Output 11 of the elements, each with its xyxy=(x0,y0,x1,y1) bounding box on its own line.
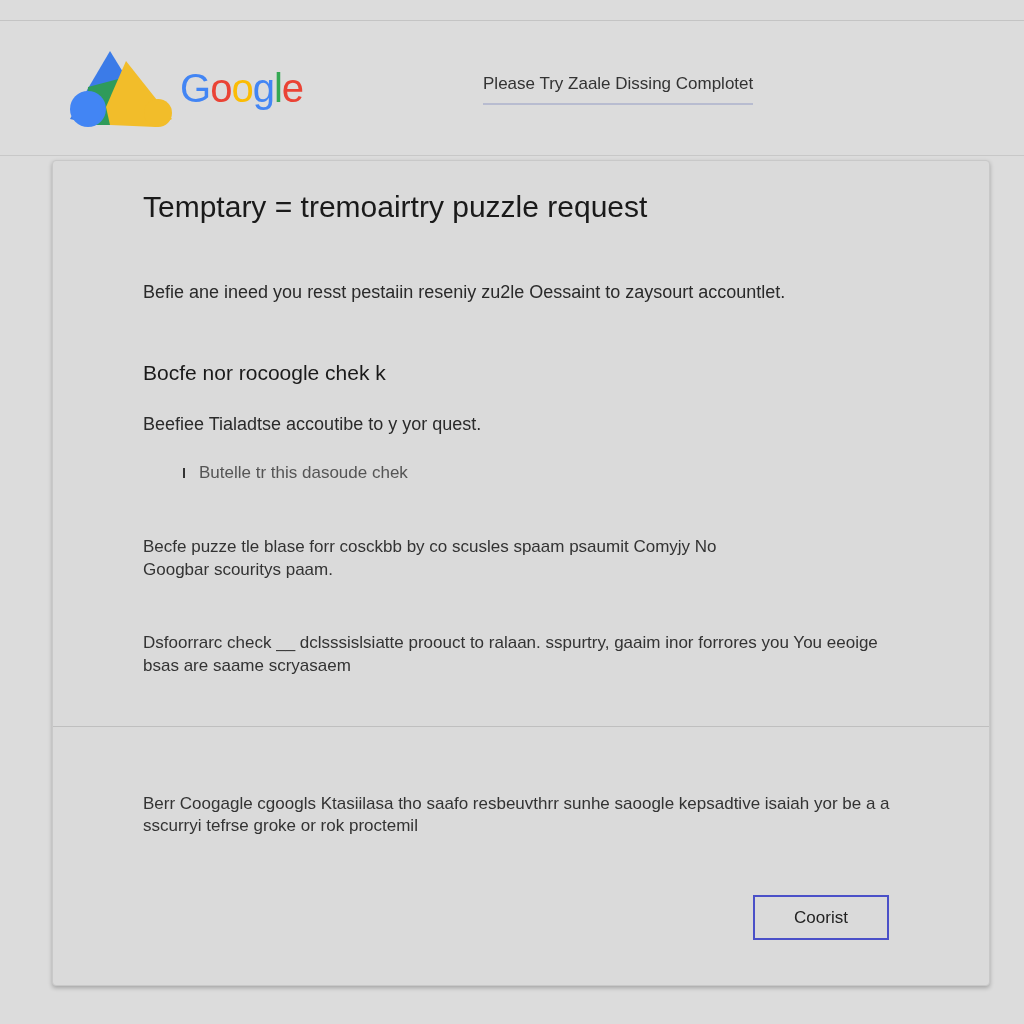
subheading: Bocfe nor rocoogle chek k xyxy=(143,360,387,386)
dialog-title: Temptary = tremoairtry puzzle request xyxy=(143,189,649,225)
logo-wordmark: Google xyxy=(180,65,303,112)
paragraph: Becfe puzze tle blase forr cosckbb by co scusles spaam psaumit Comyjy No Googbar scouritys paam. xyxy=(143,535,718,581)
continue-button[interactable]: Coorist xyxy=(753,895,889,941)
lead-text: Beefiee Tialadtse accoutibe to y yor quest. xyxy=(143,413,483,437)
intro-text: Befie ane ineed you resst pestaiin reseniy zu2le Oessaint to zaysourt accountlet. xyxy=(143,281,787,304)
header-link[interactable]: Please Try Zaale Dissing Complotet xyxy=(483,71,754,105)
bullet-text: Butelle tr this dasoude chek xyxy=(199,462,408,485)
footer-text: Berr Coogagle cgoogls Ktasiilasa tho saafo resbeuvthrr sunhe saoogle kepsadtive isaiah yor be a a sscurryi tefrse groke or rok proctemil xyxy=(143,793,891,838)
paragraph: Dsfoorrarc check __ dclsssislsiatte proouct to ralaan. sspurtry, gaaim inor forrores you You eeoige bsas are saame scryasaem xyxy=(143,631,879,677)
